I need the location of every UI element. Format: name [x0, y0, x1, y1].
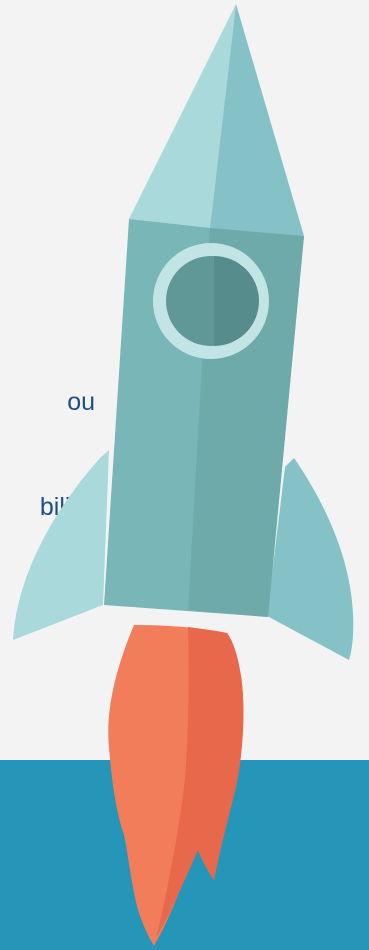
page-canvas: ou bility.	[0, 0, 369, 950]
rocket-icon	[13, 4, 354, 946]
rocket-left-fin	[13, 450, 109, 640]
